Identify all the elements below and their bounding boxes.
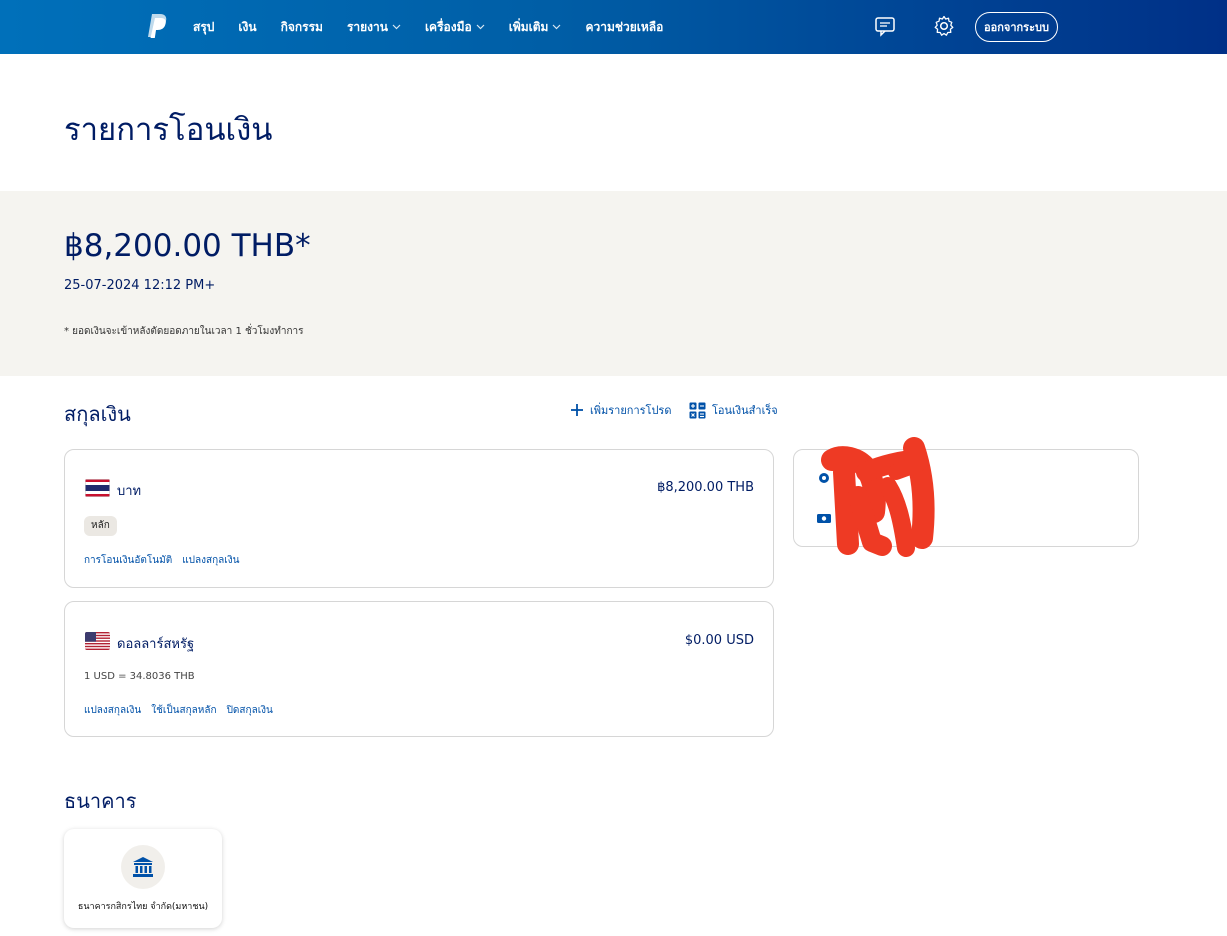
- chevron-down-icon: [392, 24, 401, 30]
- page-title: รายการโอนเงิน: [64, 112, 273, 148]
- settings-gear-icon[interactable]: [932, 14, 956, 38]
- close-currency-link[interactable]: ปิดสกุลเงิน: [227, 703, 273, 718]
- balance-datetime: 25-07-2024 12:12 PM+: [64, 278, 216, 293]
- nav-item-more[interactable]: เพิ่มเติม: [509, 18, 562, 37]
- currency-card-thb[interactable]: บาท ฿8,200.00 THB หลัก การโอนเงินอัตโนมั…: [64, 449, 774, 588]
- auto-transfer-link[interactable]: การโอนเงินอัตโนมัติ: [84, 553, 172, 568]
- side-options-panel: [793, 449, 1139, 547]
- balance-summary: ฿8,200.00 THB* 25-07-2024 12:12 PM+ * ยอ…: [0, 191, 1227, 376]
- transfer-success-label: โอนเงินสำเร็จ: [712, 404, 778, 417]
- transfer-success-link[interactable]: โอนเงินสำเร็จ: [689, 401, 778, 419]
- currency-name: บาท: [117, 484, 142, 499]
- bank-icon-container: [121, 845, 165, 889]
- nav-item-activity[interactable]: กิจกรรม: [281, 18, 323, 37]
- currency-card-usd[interactable]: ดอลลาร์สหรัฐ $0.00 USD 1 USD = 34.8036 T…: [64, 601, 774, 737]
- nav-item-reports[interactable]: รายงาน: [347, 18, 401, 37]
- nav-item-label: กิจกรรม: [280, 19, 323, 34]
- add-favorite-link[interactable]: เพิ่มรายการโปรด: [570, 401, 671, 419]
- bank-account-tile[interactable]: ธนาคารกสิกรไทย จำกัด(มหาชน): [64, 829, 222, 928]
- currencies-section-title: สกุลเงิน: [64, 402, 131, 426]
- currency-amount: $0.00 USD: [684, 633, 754, 648]
- nav-menu: สรุป เงิน กิจกรรม รายงาน เครื่องมือ เพิ่…: [193, 0, 687, 54]
- usa-flag-icon: [85, 632, 110, 650]
- currency-actions: การโอนเงินอัตโนมัติ แปลงสกุลเงิน: [84, 553, 249, 568]
- nav-item-label: เพิ่มเติม: [508, 19, 549, 34]
- currency-name: ดอลลาร์สหรัฐ: [117, 637, 195, 652]
- set-primary-link[interactable]: ใช้เป็นสกุลหลัก: [151, 703, 216, 718]
- nav-item-money[interactable]: เงิน: [238, 18, 256, 37]
- primary-currency-badge: หลัก: [84, 516, 117, 536]
- currency-actions: แปลงสกุลเงิน ใช้เป็นสกุลหลัก ปิดสกุลเงิน: [84, 703, 283, 718]
- nav-item-label: สรุป: [193, 19, 215, 34]
- nav-item-label: รายงาน: [346, 19, 388, 34]
- calculator-icon: [689, 402, 706, 418]
- nav-item-label: ความช่วยเหลือ: [585, 19, 664, 34]
- bank-icon: [133, 857, 153, 877]
- convert-currency-link[interactable]: แปลงสกุลเงิน: [182, 553, 239, 568]
- balance-note: * ยอดเงินจะเข้าหลังตัดยอดภายในเวลา 1 ชั่…: [64, 326, 304, 337]
- gear-icon[interactable]: [816, 470, 832, 486]
- cash-icon[interactable]: [816, 510, 832, 526]
- nav-item-help[interactable]: ความช่วยเหลือ: [585, 18, 663, 37]
- balance-amount: ฿8,200.00 THB*: [64, 228, 311, 264]
- top-navigation-bar: สรุป เงิน กิจกรรม รายงาน เครื่องมือ เพิ่…: [0, 0, 1227, 54]
- exchange-rate-text: 1 USD = 34.8036 THB: [84, 671, 195, 682]
- add-favorite-label: เพิ่มรายการโปรด: [590, 404, 672, 417]
- plus-icon: [571, 404, 583, 416]
- message-center-icon[interactable]: [873, 14, 897, 38]
- nav-item-summary[interactable]: สรุป: [193, 18, 214, 37]
- thailand-flag-icon: [85, 479, 110, 497]
- convert-currency-link[interactable]: แปลงสกุลเงิน: [84, 703, 141, 718]
- chevron-down-icon: [553, 24, 561, 30]
- currency-amount: ฿8,200.00 THB: [657, 480, 754, 495]
- nav-item-tools[interactable]: เครื่องมือ: [425, 18, 485, 37]
- bank-name: ธนาคารกสิกรไทย จำกัด(มหาชน): [77, 902, 209, 912]
- nav-item-label: เครื่องมือ: [424, 19, 472, 34]
- bank-section-title: ธนาคาร: [64, 789, 137, 813]
- paypal-logo[interactable]: [146, 13, 168, 39]
- logout-button[interactable]: ออกจากระบบ: [975, 12, 1058, 42]
- chevron-down-icon: [476, 24, 485, 30]
- nav-item-label: เงิน: [238, 19, 257, 34]
